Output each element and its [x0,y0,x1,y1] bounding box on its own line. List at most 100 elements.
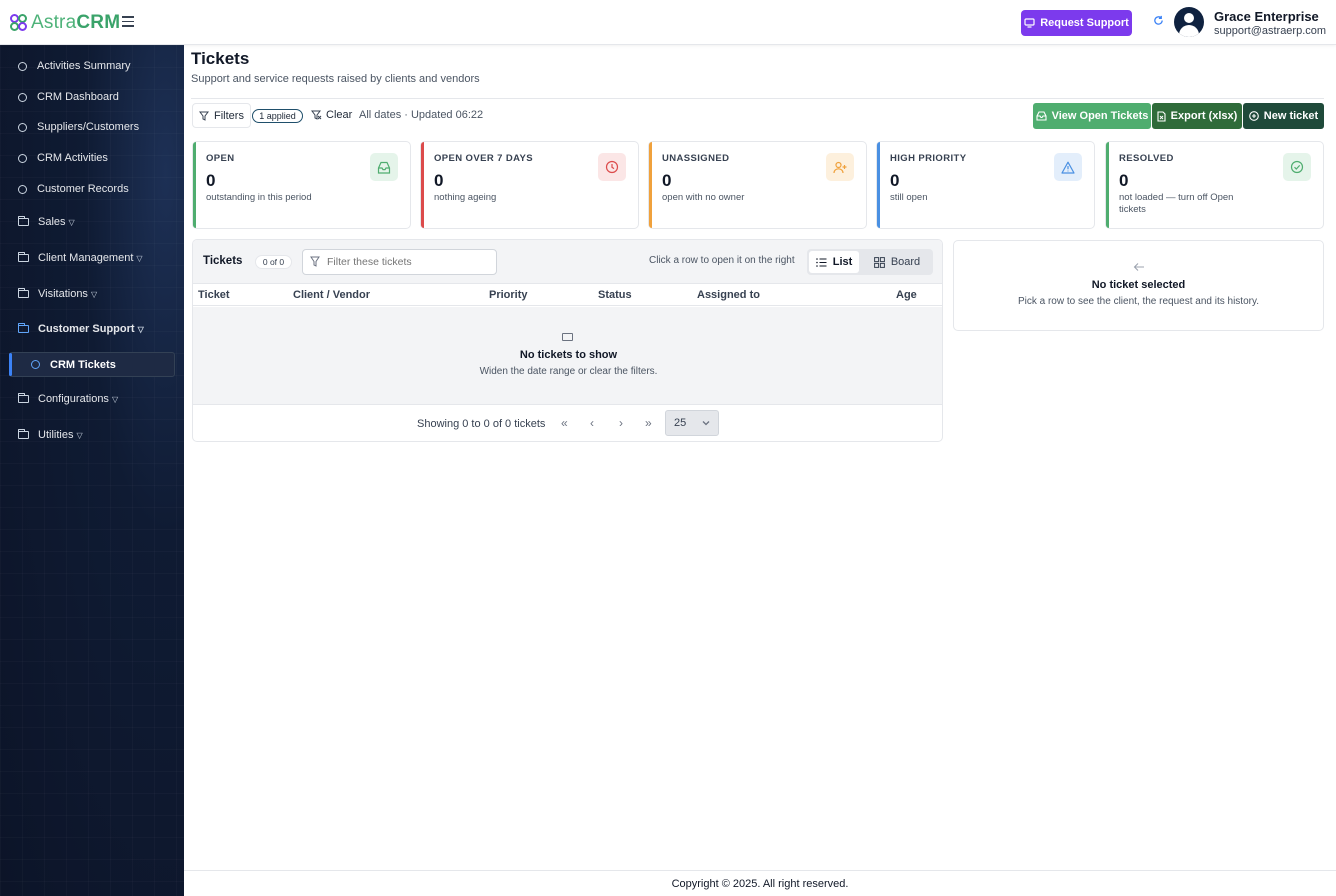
detail-empty-title: No ticket selected [1091,279,1186,291]
tickets-panel-title: Tickets [203,255,243,267]
sidebar-item-activities-summary[interactable]: Activities Summary [0,54,184,78]
caret-down-icon: ▽ [68,217,75,227]
plus-circle-icon [1248,111,1259,121]
refresh-icon[interactable] [1153,14,1164,29]
new-ticket-button[interactable]: New ticket [1243,103,1324,129]
column-age[interactable]: Age [896,289,917,301]
empty-state-title: No tickets to show [519,349,618,361]
empty-state-subtitle: Widen the date range or clear the filter… [479,366,658,377]
filter-clear-icon [311,110,322,120]
monitor-icon [1024,18,1035,28]
empty-state: No tickets to show Widen the date range … [193,307,942,405]
folder-icon [18,323,29,333]
avatar[interactable] [1174,7,1204,37]
circle-icon [18,153,27,163]
filters-button[interactable]: Filters [192,103,251,128]
caret-down-icon: ▽ [90,289,98,299]
sidebar-item-visitations[interactable]: Visitations ▽ [0,282,184,306]
top-bar: AstraCRM Request Support Grace Enterpris… [0,0,1336,45]
clock-icon [598,153,626,181]
stat-label: OPEN [206,153,235,164]
app-logo[interactable]: AstraCRM [10,12,120,34]
date-range-status: All dates · Updated 06:22 [359,109,484,121]
sidebar-item-customer-support[interactable]: Customer Support ▽ [0,317,184,341]
caret-down-icon: ▽ [76,430,83,440]
circle-icon [18,92,27,102]
column-client-vendor[interactable]: Client / Vendor [293,289,370,301]
divider [191,98,1324,99]
grid-icon [873,256,885,268]
sidebar-item-crm-tickets[interactable]: CRM Tickets [9,352,175,377]
table-header: Ticket Client / Vendor Priority Status A… [193,284,942,306]
next-page-icon[interactable]: › [619,416,623,430]
folder-icon [18,393,29,403]
column-ticket[interactable]: Ticket [198,289,230,301]
sidebar-item-utilities[interactable]: Utilities ▽ [0,423,184,447]
prev-page-icon[interactable]: ‹ [590,416,594,430]
user-email: support@astraerp.com [1214,25,1327,37]
circle-icon [18,122,27,132]
inbox-icon [1036,111,1047,121]
stat-value: 0 [662,171,672,190]
page-subtitle: Support and service requests raised by c… [191,73,480,85]
view-open-tickets-button[interactable]: View Open Tickets [1033,103,1151,129]
caret-down-icon: ▽ [111,394,119,404]
inbox-icon [370,153,398,181]
sidebar-item-sales[interactable]: Sales ▽ [0,210,184,234]
user-plus-icon [826,153,854,181]
stat-card-open-over-7-days[interactable]: OPEN OVER 7 DAYS 0 nothing ageing [420,141,639,229]
circle-icon [31,360,40,369]
ticket-icon [562,333,573,341]
caret-down-icon: ▽ [137,324,144,334]
sidebar-item-crm-activities[interactable]: CRM Activities [0,146,184,170]
user-name: Grace Enterprise [1214,9,1319,24]
stat-note: outstanding in this period [206,192,312,203]
sidebar-item-suppliers-customers[interactable]: Suppliers/Customers [0,115,184,139]
stat-value: 0 [434,171,444,190]
stat-value: 0 [1119,171,1129,190]
chevron-down-icon [702,421,710,426]
footer: Copyright © 2025. All right reserved. [184,870,1336,896]
stat-value: 0 [890,171,900,190]
view-toggle: List Board [807,249,933,275]
stat-card-open[interactable]: OPEN 0 outstanding in this period [192,141,411,229]
stat-card-resolved[interactable]: RESOLVED 0 not loaded — turn off Open ti… [1105,141,1324,229]
request-support-label: Request Support [1040,17,1129,29]
request-support-button[interactable]: Request Support [1021,10,1132,36]
stat-label: OPEN OVER 7 DAYS [434,153,533,164]
stat-note: not loaded — turn off Open tickets [1119,192,1234,215]
sidebar-item-configurations[interactable]: Configurations ▽ [0,387,184,411]
folder-icon [18,288,29,298]
stat-card-unassigned[interactable]: UNASSIGNED 0 open with no owner [648,141,867,229]
page-title: Tickets [191,49,250,68]
sidebar: Activities Summary CRM Dashboard Supplie… [0,45,184,896]
logo-icon [10,14,28,32]
stat-value: 0 [206,171,216,190]
sidebar-item-crm-dashboard[interactable]: CRM Dashboard [0,85,184,109]
per-page-select[interactable]: 25 [665,410,719,436]
tickets-panel: Tickets 0 of 0 Click a row to open it on… [192,239,943,442]
board-view-button[interactable]: Board [865,251,929,273]
column-status[interactable]: Status [598,289,632,301]
circle-icon [18,184,27,194]
file-icon [1157,110,1166,122]
row-click-hint: Click a row to open it on the right [649,255,795,266]
stat-note: still open [890,192,928,203]
export-xlsx-button[interactable]: Export (xlsx) [1152,103,1242,129]
stat-label: UNASSIGNED [662,153,730,164]
column-priority[interactable]: Priority [489,289,528,301]
stat-note: open with no owner [662,192,745,203]
sidebar-item-client-management[interactable]: Client Management ▽ [0,246,184,270]
last-page-icon[interactable]: » [645,416,652,430]
filter-tickets-input[interactable] [302,249,497,275]
filter-icon [199,111,210,121]
sidebar-item-customer-records[interactable]: Customer Records [0,177,184,201]
stat-note: nothing ageing [434,192,497,203]
list-view-button[interactable]: List [809,251,859,273]
applied-badge: 1 applied [252,109,303,123]
menu-toggle-icon[interactable] [122,16,134,27]
stat-card-high-priority[interactable]: HIGH PRIORITY 0 still open [876,141,1095,229]
column-assigned-to[interactable]: Assigned to [697,289,760,301]
clear-filters-button[interactable]: Clear [311,109,352,121]
first-page-icon[interactable]: « [561,416,568,430]
